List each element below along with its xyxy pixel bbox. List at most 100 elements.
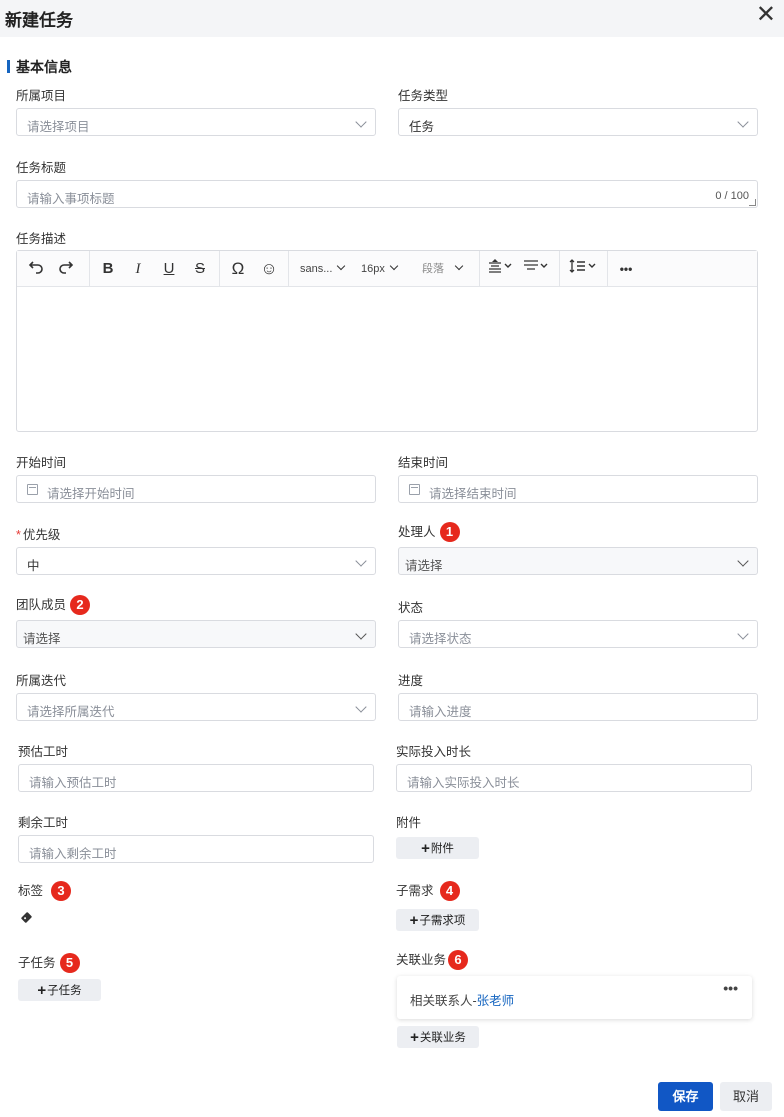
task-title-label: 任务标题 xyxy=(16,161,67,175)
actual-hours-placeholder: 请输入实际投入时长 xyxy=(407,776,520,790)
resize-handle[interactable] xyxy=(749,199,756,206)
tag-icon[interactable] xyxy=(20,911,33,924)
cancel-button[interactable]: 取消 xyxy=(720,1082,772,1111)
tags-label-text: 标签 xyxy=(18,884,44,898)
rich-text-editor[interactable]: B I U S Ω ☺ sans... 16px 段落 ••• xyxy=(16,250,758,432)
progress-placeholder: 请输入进度 xyxy=(409,705,472,719)
emoji-icon[interactable]: ☺ xyxy=(258,258,280,280)
add-attachment-button[interactable]: +附件 xyxy=(396,837,479,859)
editor-toolbar: B I U S Ω ☺ sans... 16px 段落 ••• xyxy=(17,251,757,287)
related-business-card[interactable]: 相关联系人-张老师 ••• xyxy=(397,976,752,1019)
chevron-down-icon xyxy=(737,628,749,640)
sub-requirements-label-text: 子需求 xyxy=(396,884,434,898)
team-members-select[interactable]: 请选择 xyxy=(16,620,376,648)
related-business-label: 关联业务 6 xyxy=(396,949,469,971)
add-attachment-label: 附件 xyxy=(430,843,454,855)
sub-tasks-label: 子任务 5 xyxy=(18,952,80,974)
status-select[interactable]: 请选择状态 xyxy=(398,620,758,648)
start-time-label: 开始时间 xyxy=(16,456,67,470)
special-char-button[interactable]: Ω xyxy=(227,258,249,280)
status-placeholder: 请选择状态 xyxy=(409,632,472,646)
more-icon[interactable]: ••• xyxy=(723,980,738,996)
chevron-down-icon xyxy=(337,261,346,271)
toolbar-divider xyxy=(89,251,90,287)
save-button[interactable]: 保存 xyxy=(658,1082,713,1111)
estimated-hours-placeholder: 请输入预估工时 xyxy=(29,776,117,790)
start-time-picker[interactable]: 请选择开始时间 xyxy=(16,475,376,503)
attachment-label: 附件 xyxy=(396,816,422,830)
start-time-placeholder: 请选择开始时间 xyxy=(47,487,135,501)
close-icon[interactable]: ✕ xyxy=(756,2,776,28)
remaining-hours-input[interactable]: 请输入剩余工时 xyxy=(18,835,374,863)
section-accent-bar xyxy=(7,60,10,73)
chevron-down-icon xyxy=(355,116,367,128)
annotation-badge: 2 xyxy=(70,594,91,615)
italic-button[interactable]: I xyxy=(127,258,149,280)
calendar-icon xyxy=(409,484,420,495)
paragraph-select[interactable]: 段落 xyxy=(422,258,476,280)
task-title-placeholder: 请输入事项标题 xyxy=(27,192,115,206)
add-sub-requirement-button[interactable]: +子需求项 xyxy=(396,909,479,931)
line-spacing-icon[interactable] xyxy=(522,258,552,280)
more-icon[interactable]: ••• xyxy=(615,258,637,280)
task-type-select[interactable]: 任务 xyxy=(398,108,758,136)
iteration-select[interactable]: 请选择所属迭代 xyxy=(16,693,376,721)
end-time-picker[interactable]: 请选择结束时间 xyxy=(398,475,758,503)
task-desc-label: 任务描述 xyxy=(16,232,67,246)
project-select[interactable]: 请选择项目 xyxy=(16,108,376,136)
strikethrough-button[interactable]: S xyxy=(189,258,211,280)
status-label: 状态 xyxy=(398,601,424,615)
task-title-input[interactable]: 请输入事项标题 0 / 100 xyxy=(16,180,758,208)
chevron-down-icon xyxy=(454,261,464,271)
priority-select[interactable]: 中 xyxy=(16,547,376,575)
undo-icon[interactable] xyxy=(25,258,47,280)
font-family-select[interactable]: sans... xyxy=(300,258,352,280)
end-time-label: 结束时间 xyxy=(398,456,449,470)
font-size-select[interactable]: 16px xyxy=(361,258,411,280)
required-mark: * xyxy=(16,528,21,542)
chevron-down-icon xyxy=(355,701,367,713)
toolbar-divider xyxy=(479,251,480,287)
chevron-down-icon xyxy=(355,555,367,567)
redo-icon[interactable] xyxy=(55,258,77,280)
annotation-badge: 6 xyxy=(448,949,469,970)
handler-select[interactable]: 请选择 xyxy=(398,547,758,575)
dialog-header: 新建任务 ✕ xyxy=(0,0,784,37)
add-sub-task-button[interactable]: +子任务 xyxy=(18,979,101,1001)
related-business-prefix: 相关联系人- xyxy=(410,994,477,1008)
align-icon[interactable] xyxy=(486,258,516,280)
chevron-down-icon xyxy=(737,555,749,567)
sub-tasks-label-text: 子任务 xyxy=(18,956,56,970)
chevron-down-icon xyxy=(389,261,399,271)
list-icon[interactable] xyxy=(567,258,601,280)
annotation-badge: 4 xyxy=(439,880,460,901)
progress-label: 进度 xyxy=(398,674,424,688)
toolbar-divider xyxy=(607,251,608,287)
actual-hours-input[interactable]: 请输入实际投入时长 xyxy=(396,764,752,792)
estimated-hours-input[interactable]: 请输入预估工时 xyxy=(18,764,374,792)
paragraph-value: 段落 xyxy=(422,263,444,275)
add-sub-task-label: 子任务 xyxy=(47,985,82,997)
estimated-hours-label: 预估工时 xyxy=(18,745,69,759)
progress-input[interactable]: 请输入进度 xyxy=(398,693,758,721)
add-sub-requirement-label: 子需求项 xyxy=(419,915,466,927)
calendar-icon xyxy=(27,484,38,495)
end-time-placeholder: 请选择结束时间 xyxy=(429,487,517,501)
related-contact-link[interactable]: 张老师 xyxy=(477,994,515,1008)
add-related-business-button[interactable]: +关联业务 xyxy=(397,1026,479,1048)
section-title: 基本信息 xyxy=(16,59,72,75)
project-placeholder: 请选择项目 xyxy=(27,120,90,134)
font-family-value: sans... xyxy=(300,263,333,275)
chevron-down-icon xyxy=(737,116,749,128)
priority-value: 中 xyxy=(27,559,40,573)
underline-button[interactable]: U xyxy=(158,258,180,280)
bold-button[interactable]: B xyxy=(97,258,119,280)
team-members-label-text: 团队成员 xyxy=(16,598,67,612)
priority-label-text: 优先级 xyxy=(22,528,61,542)
toolbar-divider xyxy=(219,251,220,287)
project-label: 所属项目 xyxy=(16,89,67,103)
priority-label: * 优先级 xyxy=(16,524,60,543)
related-business-label-text: 关联业务 xyxy=(396,953,447,967)
remaining-hours-placeholder: 请输入剩余工时 xyxy=(29,847,117,861)
actual-hours-label: 实际投入时长 xyxy=(396,745,472,759)
